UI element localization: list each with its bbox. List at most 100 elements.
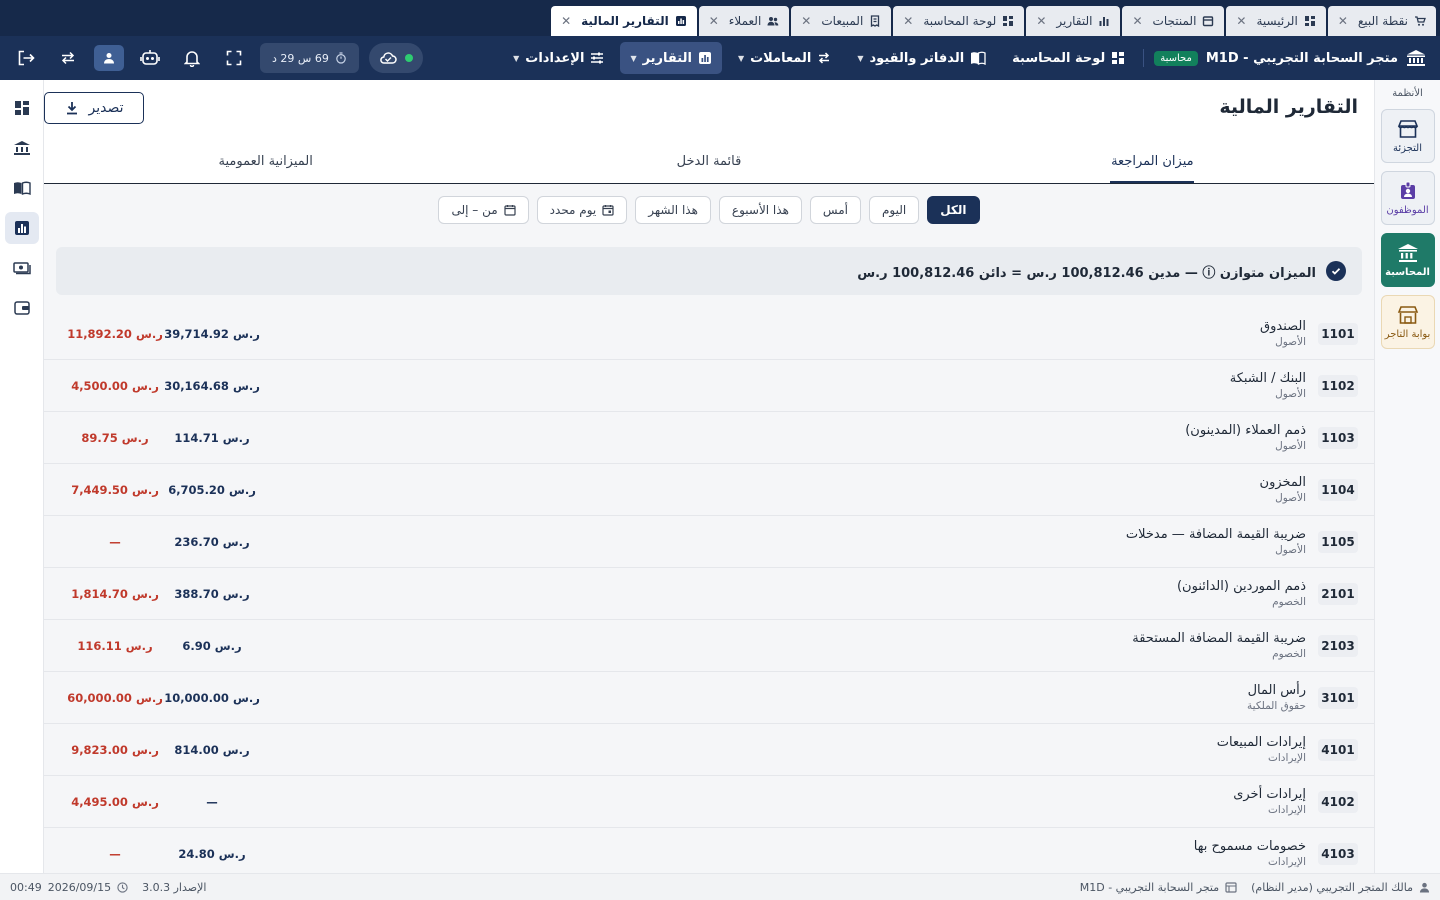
- nav-transactions[interactable]: المعاملات ▼: [728, 42, 841, 74]
- tab-balance-sheet[interactable]: الميزانية العمومية: [44, 140, 487, 183]
- close-icon[interactable]: ✕: [1132, 14, 1142, 28]
- sidebar-cash[interactable]: [5, 252, 39, 284]
- user-icon: [103, 52, 115, 64]
- credit-value: 1,814.70 ر.س: [71, 586, 159, 601]
- filter-this-week[interactable]: هذا الأسبوع: [718, 196, 802, 224]
- table-row[interactable]: 4101 إيرادات المبيعات الإيرادات 814.00 ر…: [44, 724, 1374, 776]
- cloud-icon: [379, 51, 397, 65]
- account-category: الأصول: [1275, 336, 1306, 348]
- system-accounting[interactable]: المحاسبة: [1380, 233, 1435, 287]
- sidebar-journals[interactable]: [5, 172, 39, 204]
- close-icon[interactable]: ✕: [903, 14, 913, 28]
- system-employees[interactable]: الموظفون: [1380, 171, 1435, 225]
- chevron-down-icon: ▼: [630, 53, 637, 63]
- timer-text: 69 س 29 د: [272, 51, 329, 65]
- filter-all[interactable]: الكل: [927, 196, 980, 224]
- table-row[interactable]: 1101 الصندوق الأصول 39,714.92 ر.س 11,892…: [44, 308, 1374, 360]
- logout-button[interactable]: [10, 42, 42, 74]
- nav-settings[interactable]: الإعدادات ▼: [503, 42, 614, 74]
- tab-home[interactable]: الرئيسية ✕: [1226, 6, 1326, 36]
- table-row[interactable]: 4103 خصومات مسموح بها الإيرادات 24.80 ر.…: [44, 828, 1374, 873]
- filter-today[interactable]: اليوم: [868, 196, 920, 224]
- tab-reports[interactable]: التقارير ✕: [1026, 6, 1121, 36]
- table-row[interactable]: 1104 المخزون الأصول 6,705.20 ر.س 7,449.5…: [44, 464, 1374, 516]
- table-row[interactable]: 1102 البنك / الشبكة الأصول 30,164.68 ر.س…: [44, 360, 1374, 412]
- system-retail[interactable]: التجزئة: [1380, 109, 1435, 163]
- sidebar-dashboard[interactable]: [5, 92, 39, 124]
- nav-label: لوحة المحاسبة: [1012, 50, 1106, 66]
- table-row[interactable]: 2101 ذمم الموردين (الدائنون) الخصوم 388.…: [44, 568, 1374, 620]
- account-category: الإيرادات: [1267, 804, 1306, 816]
- notifications-button[interactable]: [176, 42, 208, 74]
- tab-label: المبيعات: [821, 14, 864, 28]
- nav-label: الإعدادات: [525, 50, 585, 66]
- account-category: الخصوم: [1272, 648, 1306, 660]
- page-title: التقارير المالية: [1219, 96, 1358, 118]
- dashboard-icon: [14, 100, 30, 116]
- close-icon[interactable]: ✕: [709, 14, 719, 28]
- credit-value: 116.11 ر.س: [77, 638, 153, 653]
- tab-customers[interactable]: العملاء ✕: [698, 6, 790, 36]
- table-row[interactable]: 3101 رأس المال حقوق الملكية 10,000.00 ر.…: [44, 672, 1374, 724]
- filter-yesterday[interactable]: أمس: [809, 196, 861, 224]
- bank-icon: [13, 140, 31, 156]
- close-icon[interactable]: ✕: [561, 14, 571, 28]
- status-datetime: 2026/09/15 00:49: [10, 881, 128, 894]
- tab-pos[interactable]: نقطة البيع ✕: [1327, 6, 1436, 36]
- table-row[interactable]: 1105 ضريبة القيمة المضافة — مدخلات الأصو…: [44, 516, 1374, 568]
- table-row[interactable]: 2103 ضريبة القيمة المضافة المستحقة الخصو…: [44, 620, 1374, 672]
- export-button[interactable]: تصدير: [44, 92, 144, 124]
- tab-sales[interactable]: المبيعات ✕: [791, 6, 892, 36]
- tab-accounting-dashboard[interactable]: لوحة المحاسبة ✕: [893, 6, 1025, 36]
- close-icon[interactable]: ✕: [801, 14, 811, 28]
- switch-button[interactable]: [52, 42, 84, 74]
- user-button[interactable]: [94, 45, 124, 71]
- filter-range[interactable]: من – إلى: [438, 196, 529, 224]
- nav-accounting-dashboard[interactable]: لوحة المحاسبة: [1002, 42, 1135, 74]
- filter-this-month[interactable]: هذا الشهر: [635, 196, 711, 224]
- debit-value: 24.80 ر.س: [178, 846, 246, 861]
- account-code: 1105: [1318, 530, 1358, 553]
- tab-label: الرئيسية: [1256, 14, 1298, 28]
- receipt-icon: [869, 15, 881, 27]
- system-merchant-portal[interactable]: بوابة التاجر: [1380, 295, 1435, 349]
- fullscreen-button[interactable]: [218, 42, 250, 74]
- account-name: البنك / الشبكة: [1229, 371, 1306, 386]
- account-category: حقوق الملكية: [1247, 700, 1306, 712]
- sidebar-wallet[interactable]: [5, 292, 39, 324]
- account-category: الأصول: [1275, 544, 1306, 556]
- session-timer: 69 س 29 د: [260, 43, 359, 73]
- close-icon[interactable]: ✕: [1236, 14, 1246, 28]
- close-icon[interactable]: ✕: [1036, 14, 1046, 28]
- tab-financial-reports[interactable]: التقارير المالية ✕: [551, 6, 697, 36]
- report-body: الكل اليوم أمس هذا الأسبوع هذا الشهر يوم…: [44, 184, 1374, 873]
- filter-specific-day[interactable]: يوم محدد: [536, 196, 628, 224]
- nav-label: المعاملات: [750, 50, 812, 66]
- balance-text: الميزان متوازن ⓘ — مدين 100,812.46 ر.س =…: [857, 265, 1316, 281]
- sidebar-reports[interactable]: [4, 212, 39, 244]
- sync-status[interactable]: [368, 43, 423, 73]
- date-text: 2026/09/15: [47, 880, 112, 894]
- tab-bar: نقطة البيع ✕ الرئيسية ✕ المنتجات ✕ التقا…: [0, 0, 1440, 36]
- debit-value: 814.00 ر.س: [174, 742, 250, 757]
- account-info: رأس المال حقوق الملكية: [1247, 683, 1306, 712]
- robot-button[interactable]: [134, 42, 166, 74]
- tab-trial-balance[interactable]: ميزان المراجعة: [931, 140, 1374, 183]
- close-icon[interactable]: ✕: [1338, 14, 1348, 28]
- tab-income-statement[interactable]: قائمة الدخل: [487, 140, 930, 183]
- swap-icon: [817, 51, 831, 65]
- date-filters: الكل اليوم أمس هذا الأسبوع هذا الشهر يوم…: [44, 196, 1374, 224]
- account-code: 2101: [1318, 582, 1358, 605]
- table-row[interactable]: 1103 ذمم العملاء (المدينون) الأصول 114.7…: [44, 412, 1374, 464]
- user-icon: [1419, 882, 1430, 893]
- dashboard-icon: [1304, 15, 1316, 27]
- tab-products[interactable]: المنتجات ✕: [1122, 6, 1225, 36]
- table-row[interactable]: 4102 إيرادات أخرى الإيرادات — 4,495.00 ر…: [44, 776, 1374, 828]
- nav-journals[interactable]: الدفاتر والقيود ▼: [847, 42, 996, 74]
- account-code: 2103: [1318, 634, 1358, 657]
- sidebar-bank[interactable]: [5, 132, 39, 164]
- top-nav: متجر السحابة التجريبي - M1D محاسبة لوحة …: [0, 36, 1440, 80]
- nav-reports[interactable]: التقارير ▼: [620, 42, 722, 74]
- account-info: المخزون الأصول: [1260, 475, 1306, 504]
- account-info: ضريبة القيمة المضافة — مدخلات الأصول: [1126, 527, 1306, 556]
